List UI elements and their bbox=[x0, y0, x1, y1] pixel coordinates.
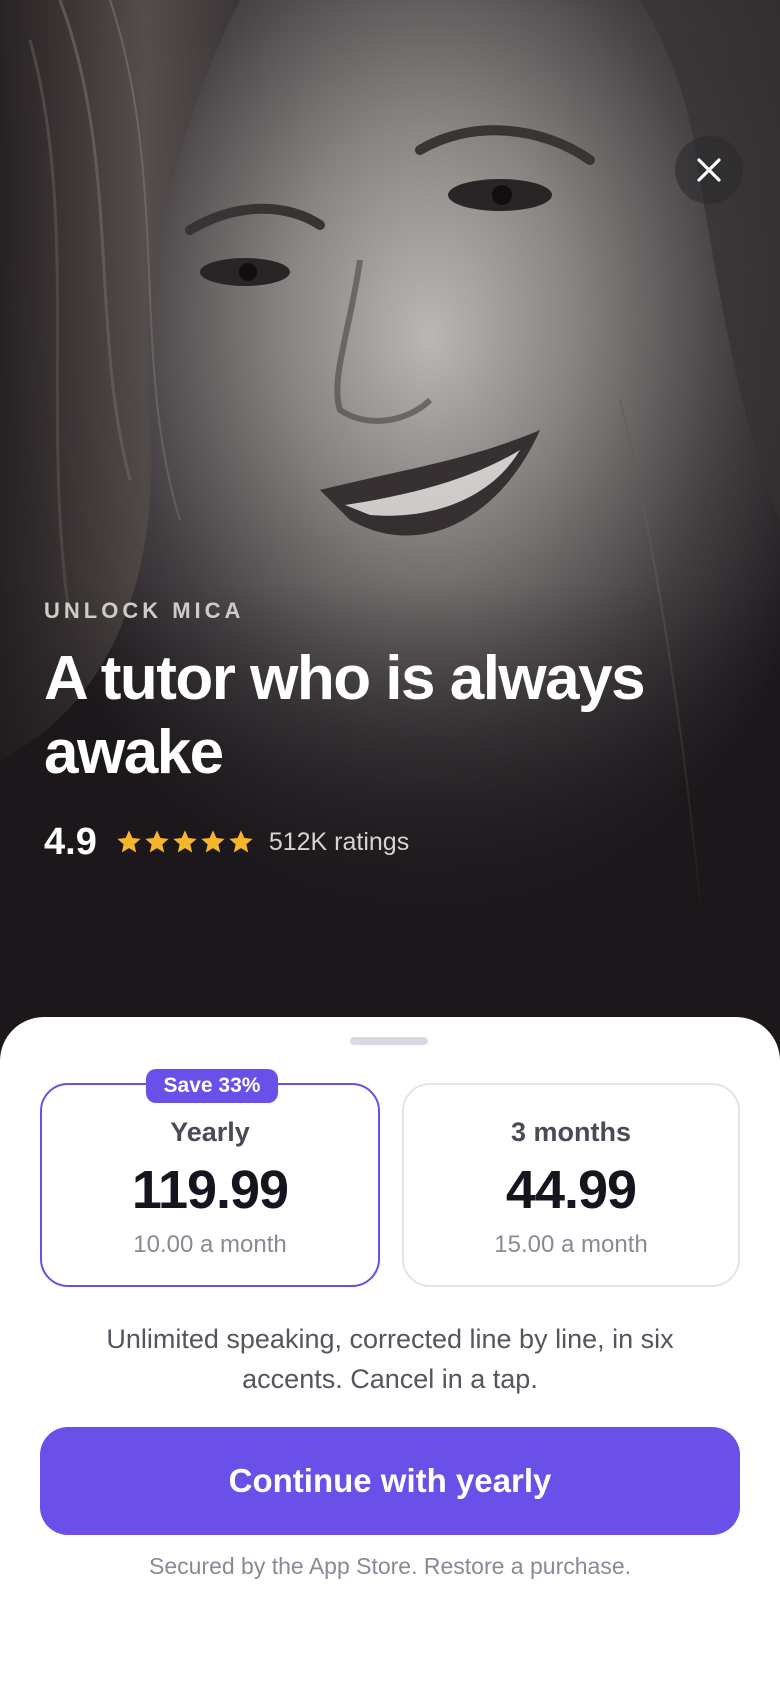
footer-note[interactable]: Secured by the App Store. Restore a purc… bbox=[0, 1553, 780, 1580]
close-icon bbox=[697, 158, 721, 182]
star-rating bbox=[115, 828, 255, 856]
rating-score: 4.9 bbox=[44, 820, 97, 863]
star-icon bbox=[117, 830, 141, 853]
plan-name: 3 months bbox=[510, 1117, 631, 1147]
headline: A tutor who is always awake bbox=[44, 644, 646, 787]
plan-card-yearly[interactable]: Save 33% Yearly 119.99 10.00 a month bbox=[40, 1069, 380, 1287]
star-icon bbox=[229, 830, 253, 853]
plan-price: 44.99 bbox=[505, 1160, 637, 1220]
star-icon bbox=[145, 830, 169, 853]
plan-price: 119.99 bbox=[131, 1160, 289, 1220]
rating-count: 512K ratings bbox=[268, 827, 410, 856]
save-badge: Save 33% bbox=[146, 1069, 278, 1103]
plan-per-month: 10.00 a month bbox=[133, 1231, 287, 1258]
rating-row: 4.9 512K ratings bbox=[44, 814, 409, 870]
plan-sheet: Save 33% Yearly 119.99 10.00 a month 3 m… bbox=[0, 1017, 780, 1688]
hero-photo bbox=[0, 0, 780, 1060]
star-icon bbox=[201, 830, 225, 853]
plan-per-month: 15.00 a month bbox=[494, 1231, 648, 1258]
plan-card-3-months[interactable]: 3 months 44.99 15.00 a month bbox=[402, 1083, 740, 1287]
close-button[interactable] bbox=[675, 136, 743, 204]
plan-name: Yearly bbox=[170, 1117, 250, 1147]
star-icon bbox=[173, 830, 197, 853]
hero-section: UNLOCK MICA A tutor who is always awake … bbox=[0, 0, 780, 1060]
paywall-screen: UNLOCK MICA A tutor who is always awake … bbox=[0, 0, 780, 1688]
sheet-handle[interactable] bbox=[350, 1037, 428, 1045]
plan-description: Unlimited speaking, corrected line by li… bbox=[106, 1324, 674, 1394]
eyebrow-label: UNLOCK MICA bbox=[44, 598, 245, 623]
continue-button[interactable]: Continue with yearly bbox=[40, 1427, 740, 1535]
